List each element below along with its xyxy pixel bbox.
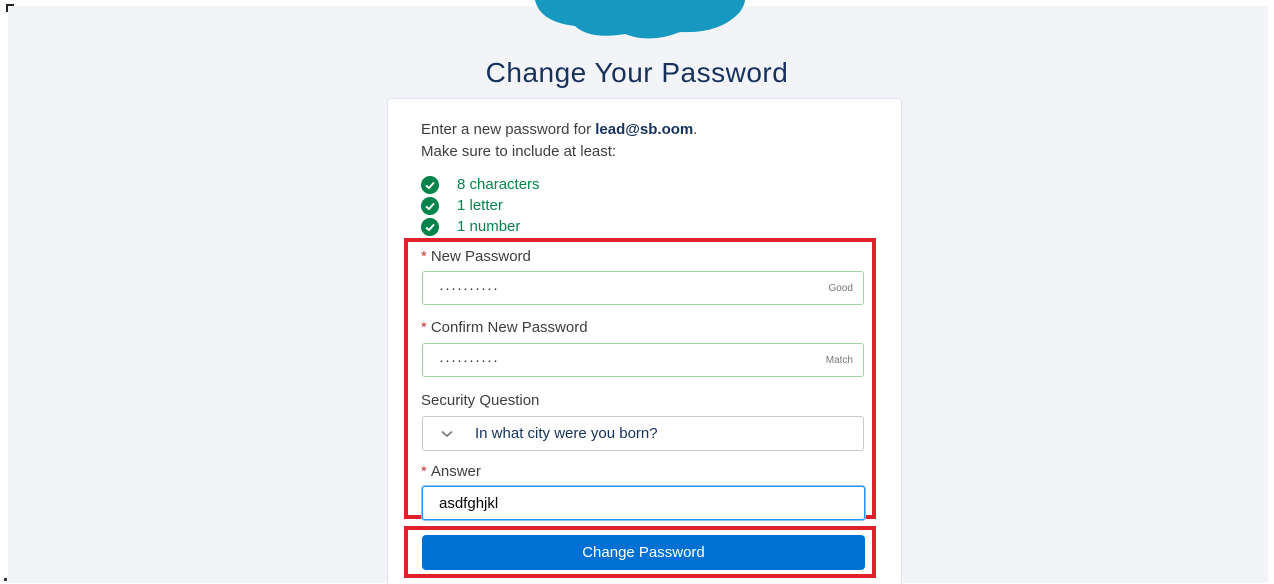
confirm-password-label-text: Confirm New Password [430,319,588,336]
intro-suffix: . [693,121,698,138]
answer-value: asdfghjkl [439,494,499,512]
intro-prefix: Enter a new password for [421,121,596,138]
new-password-label-text: New Password [430,248,531,265]
security-question-label: Security Question [421,392,540,409]
security-question-value: In what city were you born? [475,425,658,442]
password-match-hint: Match [825,354,853,366]
username: lead@sb.oom [595,121,694,138]
answer-label-text: Answer [430,463,481,480]
new-password-value: ·········· [439,279,499,297]
requirement-label: 1 number [457,218,521,235]
check-circle-icon [421,196,439,215]
confirm-password-value: ·········· [439,351,499,369]
new-password-input[interactable]: ·········· Good [422,271,864,305]
chevron-down-icon [441,430,453,437]
answer-input[interactable]: asdfghjkl [422,486,865,520]
requirements-list: 8 characters 1 letter 1 number [421,174,540,237]
confirm-password-input[interactable]: ·········· Match [422,343,864,377]
intro-line-2: Make sure to include at least: [421,143,617,160]
password-strength-hint: Good [828,282,853,294]
security-question-select[interactable]: In what city were you born? [422,416,864,451]
corner-dot [4,578,7,581]
requirement-item: 1 letter [421,195,540,216]
required-marker: * [421,319,427,336]
requirement-label: 1 letter [457,197,503,214]
salesforce-cloud-logo [535,0,745,39]
page-title: Change Your Password [485,57,789,88]
answer-label: * Answer [421,463,481,480]
check-circle-icon [421,175,439,194]
intro-text: Enter a new password for lead@sb.oom. Ma… [421,119,697,163]
requirement-item: 8 characters [421,174,540,195]
required-marker: * [421,463,427,480]
requirement-label: 8 characters [457,176,540,193]
confirm-password-label: * Confirm New Password [421,319,588,336]
check-circle-icon [421,217,439,236]
corner-mark [6,4,14,12]
intro-line-1: Enter a new password for lead@sb.oom. [421,119,697,141]
change-password-button[interactable]: Change Password [422,535,865,570]
required-marker: * [421,248,427,265]
new-password-label: * New Password [421,248,531,265]
requirement-item: 1 number [421,216,540,237]
